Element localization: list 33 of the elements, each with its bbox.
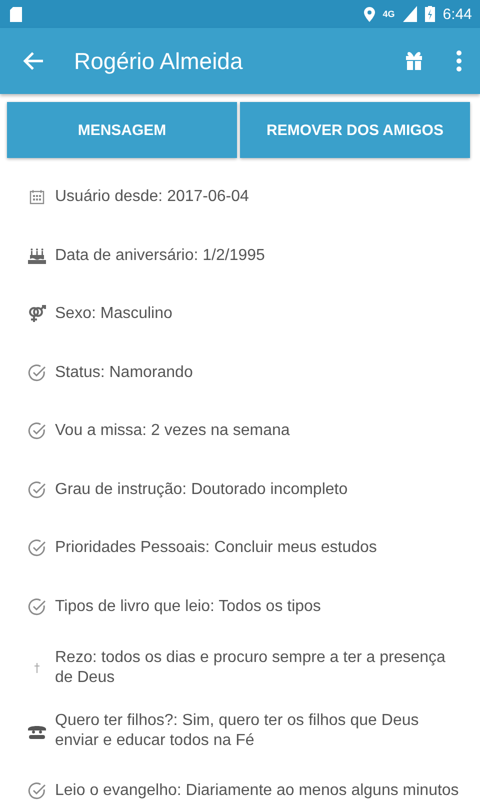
- profile-detail: Grau de instrução: Doutorado incompleto: [55, 480, 348, 500]
- signal-icon: [402, 6, 417, 22]
- profile-detail: Quero ter filhos?: Sim, quero ter os filhos que Deus enviar e educar todos na Fé: [55, 710, 420, 750]
- check-circle-icon: [28, 364, 46, 382]
- profile-detail: Usuário desde: 2017-06-04: [55, 187, 249, 208]
- check-circle-icon: [28, 480, 46, 499]
- location-icon: [364, 6, 375, 22]
- action-button[interactable]: MENSAGEM: [7, 102, 237, 158]
- sd-card-icon: [10, 6, 22, 22]
- back-arrow-icon: [22, 51, 44, 71]
- gift-icon: [404, 51, 424, 71]
- clock: 6:44: [442, 6, 472, 22]
- calendar-icon: [28, 189, 44, 206]
- cake-icon: [28, 248, 46, 264]
- profile-detail: Leio o evangelho: Diariamente ao menos alguns minutos: [55, 781, 459, 801]
- action-button[interactable]: REMOVER DOS AMIGOS: [240, 102, 470, 158]
- check-circle-icon: [28, 539, 46, 558]
- profile-detail: Rezo: todos os dias e procuro sempre a ter a presença de Deus: [55, 648, 446, 688]
- profile-detail: Prioridades Pessoais: Concluir meus estudos: [55, 538, 377, 558]
- more-vertical-icon: [456, 50, 462, 72]
- profile-detail: Tipos de livro que leio: Todos os tipos: [55, 596, 321, 617]
- network-label: 4G: [382, 9, 395, 19]
- gender-icon: [28, 305, 46, 324]
- battery-charging-icon: [424, 6, 435, 22]
- profile-detail: Vou a missa: 2 vezes na semana: [55, 421, 290, 442]
- profile-detail: Status: Namorando: [55, 362, 193, 383]
- check-circle-icon: [28, 782, 46, 800]
- check-circle-icon: [28, 598, 46, 616]
- app-bar-title: Rogério Almeida: [74, 48, 244, 74]
- profile-detail: Data de aniversário: 1/2/1995: [55, 246, 265, 266]
- profile-detail: Sexo: Masculino: [55, 304, 172, 324]
- check-circle-icon: [28, 422, 46, 440]
- cross-icon: [34, 662, 40, 672]
